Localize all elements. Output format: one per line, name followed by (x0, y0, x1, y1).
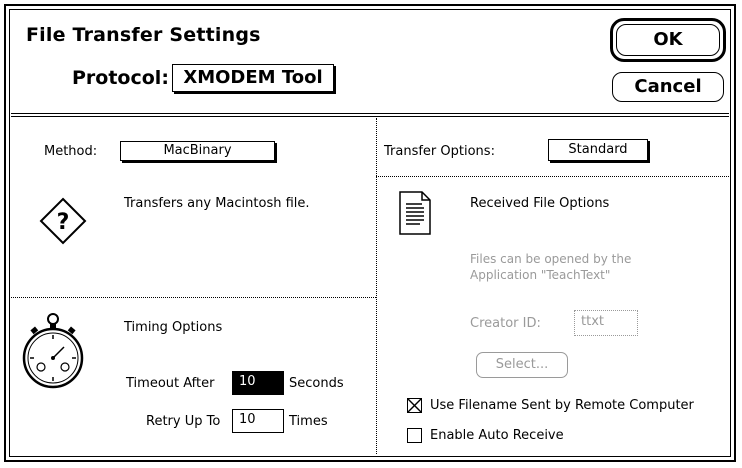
cancel-button[interactable]: Cancel (612, 72, 724, 102)
retry-label: Retry Up To (146, 414, 221, 429)
column-divider (376, 118, 377, 454)
select-button[interactable]: Select... (476, 352, 568, 378)
method-popup[interactable]: MacBinary (120, 141, 275, 161)
header-divider (11, 113, 729, 114)
ok-button[interactable]: OK (616, 24, 720, 56)
auto-receive-checkbox[interactable] (407, 428, 422, 443)
timeout-field[interactable]: 10 (232, 371, 284, 395)
creator-id-field[interactable]: ttxt (574, 310, 638, 336)
received-file-note-line2: Application "TeachText" (470, 268, 611, 282)
right-section-divider (376, 176, 729, 177)
protocol-popup[interactable]: XMODEM Tool (172, 64, 334, 92)
timing-heading: Timing Options (124, 320, 223, 335)
retry-unit: Times (289, 414, 328, 429)
document-icon (398, 190, 432, 236)
left-section-divider (11, 297, 376, 298)
received-file-note-line1: Files can be opened by the (470, 252, 632, 266)
dialog-title: File Transfer Settings (26, 24, 261, 46)
question-diamond-icon: ? (38, 196, 88, 246)
use-filename-checkbox[interactable] (407, 398, 422, 413)
retry-field[interactable]: 10 (232, 409, 284, 433)
timeout-unit: Seconds (289, 376, 344, 391)
transfer-options-label: Transfer Options: (384, 144, 495, 159)
stopwatch-icon (20, 312, 86, 390)
received-file-options-heading: Received File Options (470, 196, 610, 211)
header-divider-inner (11, 116, 729, 117)
svg-text:?: ? (57, 210, 70, 235)
creator-id-label: Creator ID: (470, 316, 541, 331)
method-label: Method: (44, 144, 98, 159)
timeout-label: Timeout After (126, 376, 215, 391)
protocol-label: Protocol: (72, 67, 169, 89)
use-filename-label[interactable]: Use Filename Sent by Remote Computer (430, 398, 694, 413)
auto-receive-label[interactable]: Enable Auto Receive (430, 428, 564, 443)
transfer-options-popup[interactable]: Standard (548, 139, 648, 161)
method-description: Transfers any Macintosh file. (124, 196, 310, 211)
